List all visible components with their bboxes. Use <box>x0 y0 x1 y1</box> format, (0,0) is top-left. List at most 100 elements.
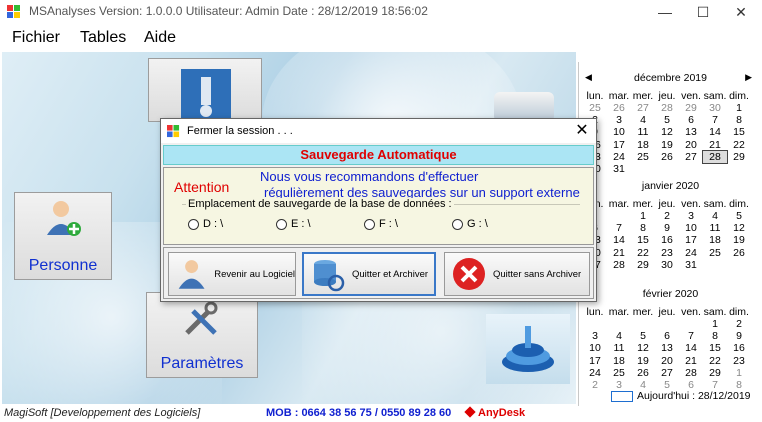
calendar-day[interactable]: 3 <box>607 114 631 126</box>
calendar-day[interactable]: 8 <box>631 222 655 234</box>
calendar-day[interactable]: 6 <box>679 114 703 126</box>
calendar-day[interactable]: 10 <box>607 126 631 138</box>
calendar-day[interactable]: 28 <box>607 259 631 271</box>
calendar-day[interactable]: 19 <box>631 355 655 367</box>
calendar-day[interactable]: 11 <box>703 222 727 234</box>
calendar-day[interactable]: 7 <box>703 114 727 126</box>
calendar-day[interactable]: 13 <box>679 126 703 138</box>
calendar-day[interactable]: 10 <box>583 342 607 354</box>
tile-parametres[interactable]: Paramètres <box>146 292 258 378</box>
calendar-day[interactable]: 4 <box>631 114 655 126</box>
calendar-day[interactable]: 23 <box>655 247 679 259</box>
calendar-day[interactable]: 11 <box>607 342 631 354</box>
anydesk-link[interactable]: AnyDesk <box>464 406 525 419</box>
calendar-day[interactable]: 11 <box>631 126 655 138</box>
calendar-day[interactable]: 2 <box>727 318 751 330</box>
back-to-app-button[interactable]: Revenir au Logiciel <box>168 252 296 296</box>
calendar-day[interactable]: 17 <box>583 355 607 367</box>
calendar-day[interactable]: 14 <box>607 234 631 246</box>
calendar-day[interactable]: 12 <box>631 342 655 354</box>
calendar-day[interactable]: 26 <box>631 367 655 379</box>
calendar-day[interactable]: 31 <box>679 259 703 271</box>
calendar-day[interactable]: 14 <box>703 126 727 138</box>
calendar-day[interactable]: 27 <box>631 102 655 114</box>
minimize-button[interactable]: — <box>648 0 682 24</box>
calendar-day[interactable]: 2 <box>655 210 679 222</box>
radio-drive-f[interactable]: F : \ <box>364 218 398 230</box>
maximize-button[interactable]: ☐ <box>686 0 720 24</box>
calendar-day[interactable]: 29 <box>631 259 655 271</box>
calendar-day[interactable]: 17 <box>607 139 631 151</box>
calendar-day[interactable]: 6 <box>655 330 679 342</box>
calendar-day[interactable]: 13 <box>655 342 679 354</box>
calendar-day[interactable]: 29 <box>703 367 727 379</box>
calendar-day[interactable]: 26 <box>727 247 751 259</box>
menu-aide[interactable]: Aide <box>144 29 176 47</box>
calendar-day[interactable]: 28 <box>679 367 703 379</box>
calendar-day[interactable]: 28 <box>702 149 728 164</box>
calendar-day[interactable]: 29 <box>679 102 703 114</box>
calendar-day[interactable]: 2 <box>583 379 607 391</box>
calendar-day[interactable]: 16 <box>655 234 679 246</box>
calendar-day[interactable]: 25 <box>631 151 655 163</box>
calendar-day[interactable]: 19 <box>727 234 751 246</box>
calendar-day[interactable]: 15 <box>703 342 727 354</box>
calendar-day[interactable]: 5 <box>655 114 679 126</box>
calendar-day[interactable]: 27 <box>655 367 679 379</box>
calendar-day[interactable]: 5 <box>727 210 751 222</box>
calendar-day[interactable]: 12 <box>727 222 751 234</box>
calendar-day[interactable]: 21 <box>607 247 631 259</box>
calendar-day[interactable]: 17 <box>679 234 703 246</box>
menu-fichier[interactable]: Fichier <box>12 29 60 47</box>
calendar-day[interactable]: 5 <box>631 330 655 342</box>
calendar-day[interactable]: 30 <box>703 102 727 114</box>
calendar-day[interactable]: 16 <box>727 342 751 354</box>
calendar-day[interactable]: 24 <box>607 151 631 163</box>
calendar-day[interactable]: 10 <box>679 222 703 234</box>
calendar-day[interactable]: 18 <box>703 234 727 246</box>
calendar-day[interactable]: 23 <box>727 355 751 367</box>
calendar-day[interactable]: 3 <box>583 330 607 342</box>
tile-analyses[interactable] <box>148 58 262 123</box>
calendar-day[interactable]: 26 <box>655 151 679 163</box>
calendar-day[interactable]: 29 <box>727 151 751 163</box>
calendar-day[interactable]: 27 <box>679 151 703 163</box>
calendar-day[interactable]: 15 <box>727 126 751 138</box>
calendar-day[interactable]: 8 <box>727 114 751 126</box>
calendar-day[interactable]: 25 <box>607 367 631 379</box>
radio-drive-g[interactable]: G : \ <box>452 218 488 230</box>
calendar-day[interactable]: 1 <box>703 318 727 330</box>
calendar-day[interactable]: 7 <box>679 330 703 342</box>
calendar-day[interactable]: 9 <box>655 222 679 234</box>
calendar-day[interactable]: 21 <box>679 355 703 367</box>
calendar-day[interactable]: 8 <box>703 330 727 342</box>
calendar-day[interactable]: 21 <box>703 139 727 151</box>
calendar-day[interactable]: 31 <box>607 163 631 175</box>
quit-and-archive-button[interactable]: Quitter et Archiver <box>302 252 436 296</box>
radio-drive-e[interactable]: E : \ <box>276 218 311 230</box>
menu-tables[interactable]: Tables <box>80 29 126 47</box>
calendar-day[interactable]: 3 <box>679 210 703 222</box>
quit-without-archive-button[interactable]: Quitter sans Archiver <box>444 252 590 296</box>
calendar-day[interactable]: 25 <box>583 102 607 114</box>
calendar-day[interactable]: 18 <box>631 139 655 151</box>
calendar-day[interactable]: 20 <box>679 139 703 151</box>
calendar-day[interactable]: 4 <box>607 330 631 342</box>
calendar-day[interactable]: 1 <box>631 210 655 222</box>
calendar-day[interactable]: 25 <box>703 247 727 259</box>
calendar-day[interactable]: 12 <box>655 126 679 138</box>
calendar-day[interactable]: 18 <box>607 355 631 367</box>
calendar-day[interactable]: 22 <box>727 139 751 151</box>
close-window-button[interactable]: ✕ <box>724 0 758 24</box>
calendar-day[interactable]: 22 <box>631 247 655 259</box>
calendar-day[interactable]: 30 <box>655 259 679 271</box>
calendar-day[interactable]: 14 <box>679 342 703 354</box>
calendar-day[interactable]: 1 <box>727 102 751 114</box>
calendar-day[interactable]: 24 <box>679 247 703 259</box>
calendar-day[interactable]: 1 <box>727 367 751 379</box>
calendar-day[interactable]: 24 <box>583 367 607 379</box>
radio-drive-d[interactable]: D : \ <box>188 218 223 230</box>
calendar-day[interactable]: 20 <box>655 355 679 367</box>
dialog-close-button[interactable]: ✕ <box>572 121 592 141</box>
calendar-day[interactable]: 28 <box>655 102 679 114</box>
